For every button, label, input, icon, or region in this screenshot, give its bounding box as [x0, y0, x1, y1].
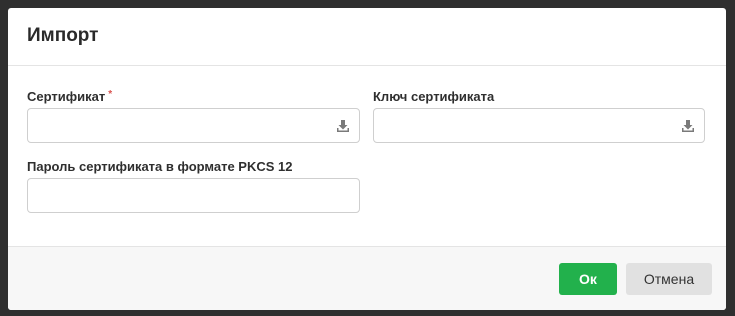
- pkcs12-password-label: Пароль сертификата в формате PKCS 12: [27, 159, 293, 174]
- dialog-footer: Ок Отмена: [8, 246, 726, 310]
- required-mark: *: [108, 89, 113, 100]
- pkcs12-password-input[interactable]: [28, 179, 359, 212]
- ok-button[interactable]: Ок: [559, 263, 617, 295]
- certificate-key-label: Ключ сертификата: [373, 89, 495, 104]
- pkcs12-password-field-wrapper: [27, 178, 360, 213]
- certificate-label: Сертификат *: [27, 89, 112, 104]
- upload-icon[interactable]: [336, 119, 350, 133]
- cancel-button[interactable]: Отмена: [626, 263, 712, 295]
- dialog-header: Импорт: [8, 8, 726, 66]
- certificate-label-text: Сертификат: [27, 89, 106, 104]
- import-dialog: Импорт Сертификат * Ключ сертификата Паро…: [8, 8, 726, 310]
- dialog-title: Импорт: [27, 25, 99, 46]
- upload-icon[interactable]: [681, 119, 695, 133]
- certificate-key-file-input[interactable]: [373, 108, 705, 143]
- certificate-file-input[interactable]: [27, 108, 360, 143]
